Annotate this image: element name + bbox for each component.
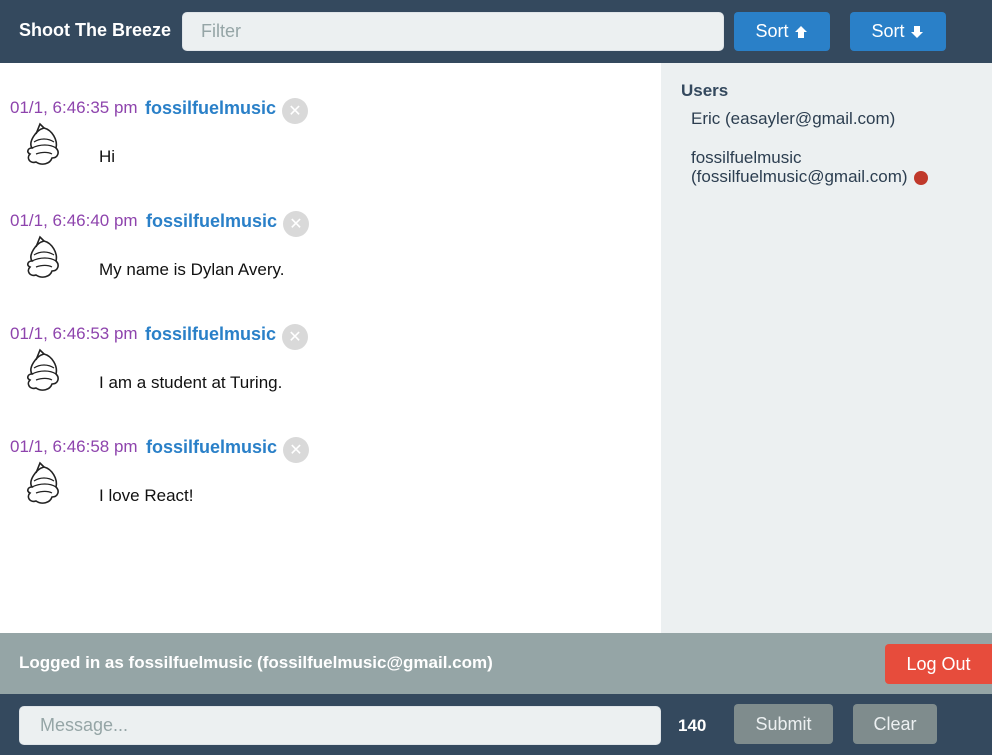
submit-button[interactable]: Submit [734,704,833,744]
app-header: Shoot The Breeze Sort Sort [0,0,992,63]
message-input[interactable] [19,706,661,745]
arrow-down-icon [910,25,923,38]
close-icon: ✕ [289,216,303,233]
user-avatar [27,235,59,278]
sort-down-button[interactable]: Sort [850,12,946,51]
message-item: 01/1, 6:46:35 pm fossilfuelmusic ✕ Hi [0,98,661,198]
message-list[interactable]: 01/1, 6:46:35 pm fossilfuelmusic ✕ Hi 01… [0,63,661,633]
delete-message-button[interactable]: ✕ [283,437,309,463]
user-item-eric: Eric (easayler@gmail.com) [691,109,895,128]
message-text: Hi [99,147,116,166]
message-username: fossilfuelmusic [145,324,277,344]
status-bar: Logged in as fossilfuelmusic (fossilfuel… [0,633,992,694]
user-avatar [27,461,59,504]
sort-down-label: Sort [871,21,905,41]
message-username: fossilfuelmusic [145,98,277,118]
user-item-fossilfuelmusic: fossilfuelmusic (fossilfuelmusic@gmail.c… [691,148,928,186]
close-icon: ✕ [288,329,302,346]
user-avatar [27,348,59,391]
delete-message-button[interactable]: ✕ [283,211,309,237]
clear-button[interactable]: Clear [853,704,937,744]
delete-message-button[interactable]: ✕ [282,98,308,124]
message-timestamp: 01/1, 6:46:35 pm [10,98,138,117]
close-icon: ✕ [288,103,302,120]
user-name: Eric [691,109,721,128]
message-item: 01/1, 6:46:58 pm fossilfuelmusic ✕ I lov… [0,437,661,537]
logout-button[interactable]: Log Out [885,644,992,684]
message-timestamp: 01/1, 6:46:40 pm [10,211,138,230]
logged-in-text: Logged in as fossilfuelmusic (fossilfuel… [19,653,493,672]
message-item: 01/1, 6:46:40 pm fossilfuelmusic ✕ My na… [0,211,661,311]
delete-message-button[interactable]: ✕ [282,324,308,350]
sort-up-label: Sort [755,21,789,41]
user-name: fossilfuelmusic [691,148,802,167]
message-text: I love React! [99,486,194,505]
character-count: 140 [678,716,707,735]
online-status-icon [913,170,928,185]
message-text: I am a student at Turing. [99,373,283,392]
close-icon: ✕ [289,442,303,459]
sort-up-button[interactable]: Sort [734,12,830,51]
users-heading: Users [681,81,729,100]
arrow-up-icon [794,25,807,38]
users-sidebar: Users Eric (easayler@gmail.com) fossilfu… [661,63,992,633]
message-username: fossilfuelmusic [146,437,278,457]
user-email: (fossilfuelmusic@gmail.com) [691,167,908,186]
message-text: My name is Dylan Avery. [99,260,285,279]
message-item: 01/1, 6:46:53 pm fossilfuelmusic ✕ I am … [0,324,661,424]
message-timestamp: 01/1, 6:46:53 pm [10,324,138,343]
filter-input[interactable] [182,12,724,51]
message-timestamp: 01/1, 6:46:58 pm [10,437,138,456]
user-avatar [27,122,59,165]
message-composer: 140 Submit Clear [0,694,992,755]
message-username: fossilfuelmusic [146,211,278,231]
app-title: Shoot The Breeze [19,20,172,40]
user-email: (easayler@gmail.com) [725,109,896,128]
